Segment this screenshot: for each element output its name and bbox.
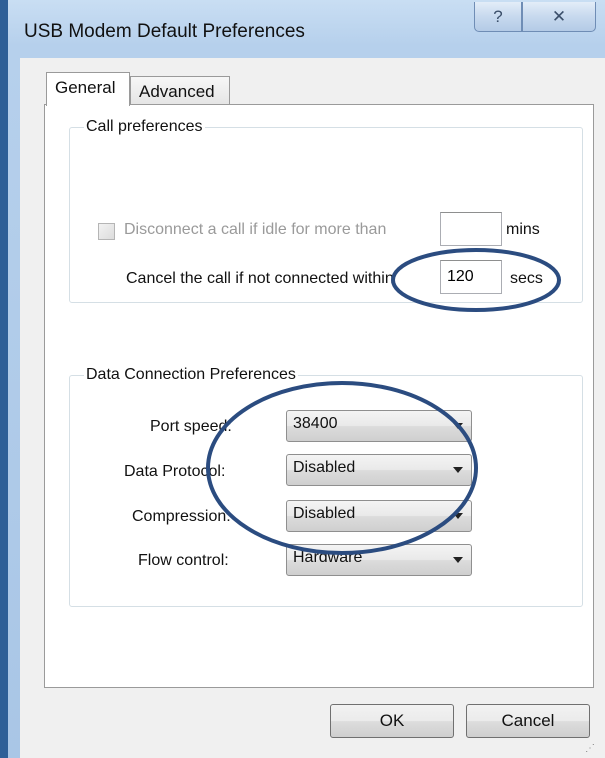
- compression-select[interactable]: Disabled: [286, 500, 472, 532]
- cancel-call-label: Cancel the call if not connected within: [126, 270, 394, 287]
- compression-label: Compression:: [132, 508, 231, 525]
- tab-advanced[interactable]: Advanced: [130, 76, 230, 106]
- help-button[interactable]: ?: [474, 2, 522, 32]
- cancel-seconds-input[interactable]: [440, 260, 502, 294]
- disconnect-idle-label: Disconnect a call if idle for more than: [124, 221, 387, 238]
- idle-unit-label: mins: [506, 221, 540, 238]
- chevron-down-icon: [453, 513, 463, 519]
- general-tab-panel: Call preferences Disconnect a call if id…: [44, 104, 594, 688]
- close-icon: ✕: [551, 6, 567, 26]
- call-preferences-legend: Call preferences: [84, 118, 205, 136]
- flow-control-value: Hardware: [293, 549, 363, 566]
- chevron-down-icon: [453, 467, 463, 473]
- cancel-button[interactable]: Cancel: [466, 704, 590, 738]
- data-connection-group: Data Connection Preferences Port speed: …: [69, 366, 583, 607]
- port-speed-label: Port speed:: [150, 418, 232, 435]
- port-speed-select[interactable]: 38400: [286, 410, 472, 442]
- help-icon: ?: [493, 6, 503, 26]
- cancel-unit-label: secs: [510, 270, 543, 287]
- tab-general[interactable]: General: [46, 72, 130, 106]
- close-button[interactable]: ✕: [522, 2, 596, 32]
- compression-value: Disabled: [293, 505, 356, 522]
- data-protocol-value: Disabled: [293, 459, 356, 476]
- data-connection-legend: Data Connection Preferences: [84, 366, 298, 384]
- call-preferences-group: Call preferences Disconnect a call if id…: [69, 118, 583, 303]
- flow-control-label: Flow control:: [138, 552, 229, 569]
- data-protocol-select[interactable]: Disabled: [286, 454, 472, 486]
- disconnect-idle-checkbox[interactable]: [98, 223, 115, 240]
- port-speed-value: 38400: [293, 415, 338, 432]
- flow-control-select[interactable]: Hardware: [286, 544, 472, 576]
- window-title: USB Modem Default Preferences: [24, 21, 305, 42]
- chevron-down-icon: [453, 423, 463, 429]
- chevron-down-icon: [453, 557, 463, 563]
- dialog-client-area: General Advanced Call preferences Discon…: [20, 58, 605, 758]
- ok-button[interactable]: OK: [330, 704, 454, 738]
- resize-grip-icon[interactable]: ⋰: [585, 743, 595, 754]
- idle-minutes-input[interactable]: [440, 212, 502, 246]
- data-protocol-label: Data Protocol:: [124, 463, 226, 480]
- dialog-window: USB Modem Default Preferences ? ✕ Genera…: [0, 0, 605, 758]
